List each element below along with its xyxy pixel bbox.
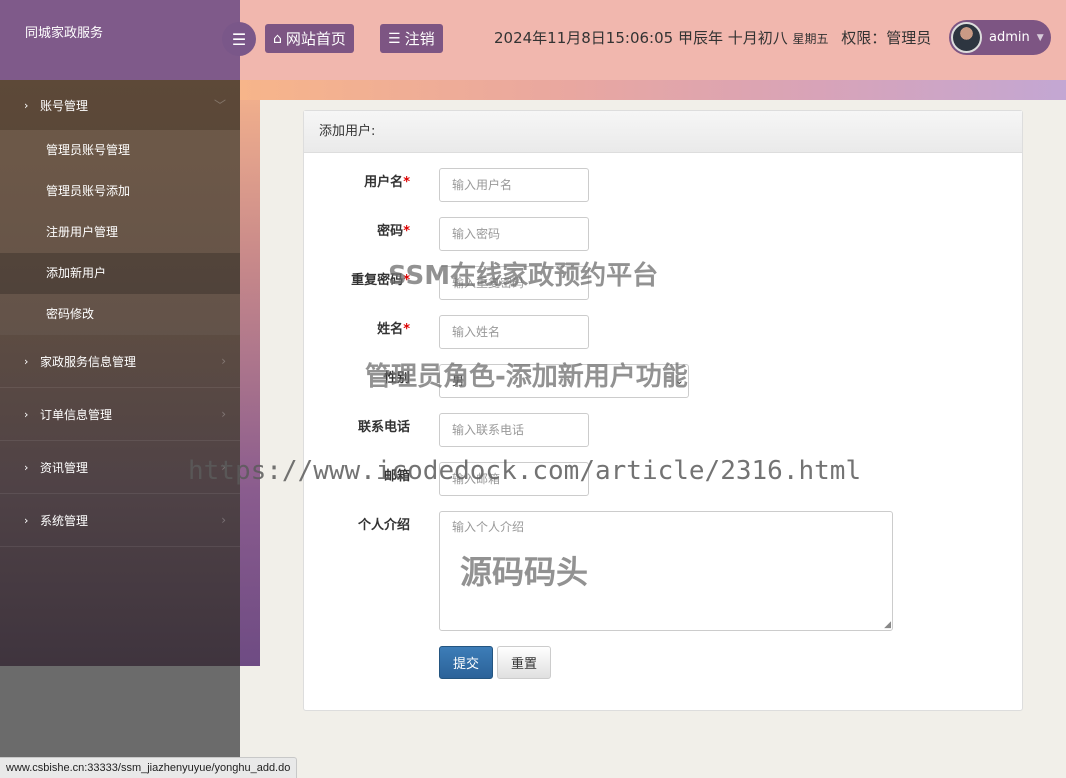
datetime-display: 2024年11月8日15:06:05 甲辰年 十月初八 星期五 权限：管理员 [494, 29, 932, 47]
submit-button[interactable]: 提交 [439, 646, 493, 679]
email-label: 邮箱 [383, 469, 410, 484]
resize-handle-icon[interactable]: ◢ [884, 620, 891, 630]
browser-status-url: www.csbishe.cn:33333/ssm_jiazhenyuyue/yo… [0, 757, 298, 778]
gender-select[interactable]: 男 ⌄ [439, 364, 689, 398]
sidebar-toggle-button[interactable]: ☰ [222, 22, 256, 56]
password-label: 密码* [377, 224, 410, 239]
chevron-down-icon: ﹀ [213, 98, 226, 113]
sidebar-item-add-user[interactable]: 添加新用户 [0, 253, 240, 294]
chevron-right-icon: › [24, 354, 29, 368]
menu-group-news[interactable]: › 资讯管理 › [0, 441, 240, 494]
reset-button[interactable]: 重置 [497, 646, 551, 679]
email-input[interactable]: 输入邮箱 [439, 462, 589, 496]
intro-textarea[interactable]: 输入个人介绍 ◢ [439, 511, 893, 631]
sidebar-item-admin-add[interactable]: 管理员账号添加 [0, 171, 240, 212]
chevron-right-icon: › [221, 354, 226, 368]
chevron-right-icon: › [24, 407, 29, 421]
sidebar-item-user-manage[interactable]: 注册用户管理 [0, 212, 240, 253]
permission-label: 权限：管理员 [841, 29, 932, 47]
logout-button[interactable]: ☰ 注销 [380, 24, 443, 53]
sidebar-item-admin-manage[interactable]: 管理员账号管理 [0, 130, 240, 171]
home-icon: ⌂ [273, 30, 282, 47]
chevron-right-icon: › [221, 460, 226, 474]
chevron-right-icon: › [24, 460, 29, 474]
chevron-right-icon: › [24, 98, 29, 112]
username-input[interactable]: 输入用户名 [439, 168, 589, 202]
repeat-password-input[interactable]: 输入重复密码 [439, 266, 589, 300]
username: admin [989, 30, 1030, 45]
sidebar-item-password[interactable]: 密码修改 [0, 294, 240, 335]
chevron-right-icon: › [221, 513, 226, 527]
name-label: 姓名* [377, 322, 410, 337]
gender-label: 性别 [383, 371, 410, 386]
user-menu[interactable]: admin ▼ [949, 20, 1051, 55]
menu-group-orders[interactable]: › 订单信息管理 › [0, 388, 240, 441]
phone-input[interactable]: 输入联系电话 [439, 413, 589, 447]
intro-label: 个人介绍 [357, 518, 410, 533]
name-input[interactable]: 输入姓名 [439, 315, 589, 349]
list-icon: ☰ [388, 30, 401, 47]
avatar [951, 22, 982, 53]
password-input[interactable]: 输入密码 [439, 217, 589, 251]
menu-group-account[interactable]: › 账号管理 ﹀ [0, 80, 240, 130]
chevron-down-icon: ⌄ [674, 374, 684, 387]
chevron-right-icon: › [24, 513, 29, 527]
repeat-password-label: 重复密码* [351, 273, 410, 288]
home-button[interactable]: ⌂ 网站首页 [265, 24, 354, 53]
phone-label: 联系电话 [357, 420, 410, 435]
chevron-right-icon: › [221, 407, 226, 421]
brand-title: 同城家政服务 [0, 0, 240, 80]
caret-down-icon: ▼ [1036, 32, 1044, 43]
submenu-account: 管理员账号管理 管理员账号添加 注册用户管理 添加新用户 密码修改 [0, 130, 240, 335]
sidebar-menu: › 账号管理 ﹀ 管理员账号管理 管理员账号添加 注册用户管理 添加新用户 密码… [0, 80, 260, 666]
top-header: ⌂ 网站首页 ☰ 注销 2024年11月8日15:06:05 甲辰年 十月初八 … [240, 0, 1066, 80]
panel-title: 添加用户: [304, 111, 1022, 153]
menu-group-service-info[interactable]: › 家政服务信息管理 › [0, 335, 240, 388]
username-label: 用户名* [364, 175, 410, 190]
menu-group-system[interactable]: › 系统管理 › [0, 494, 240, 547]
menu-icon: ☰ [231, 29, 247, 49]
sidebar: 同城家政服务 › 账号管理 ﹀ 管理员账号管理 管理员账号添加 注册用户管理 添… [0, 0, 260, 778]
add-user-panel: 添加用户: 用户名* 输入用户名 密码* 输入密码 重复密码* 输入重复密码 姓… [303, 110, 1023, 711]
